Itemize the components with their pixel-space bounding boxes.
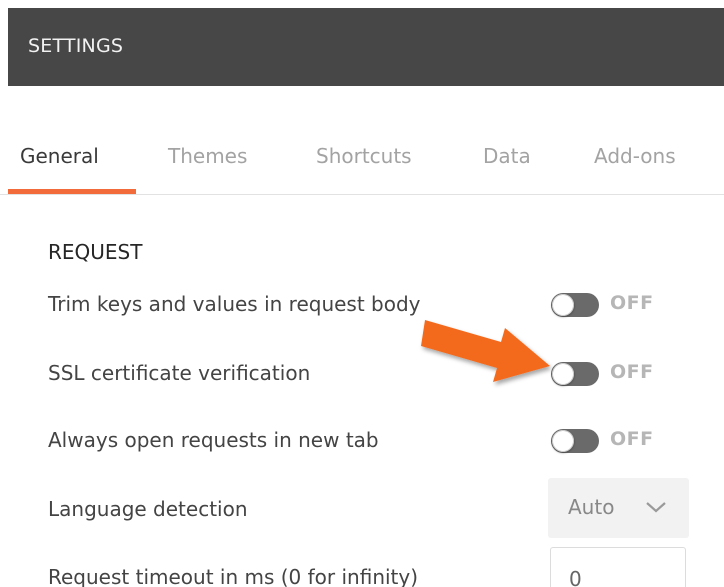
new-tab-setting-label: Always open requests in new tab — [48, 428, 379, 452]
timeout-input-value: 0 — [569, 567, 582, 587]
settings-header: SETTINGS — [8, 8, 724, 86]
active-tab-indicator — [8, 189, 136, 194]
toggle-knob — [552, 294, 574, 316]
tab-data[interactable]: Data — [483, 144, 531, 168]
toggle-knob — [552, 430, 574, 452]
tab-shortcuts[interactable]: Shortcuts — [316, 144, 412, 168]
new-tab-toggle[interactable] — [551, 429, 599, 453]
ssl-toggle[interactable] — [551, 362, 599, 386]
chevron-down-icon — [646, 502, 666, 513]
toggle-knob — [552, 363, 574, 385]
tab-themes[interactable]: Themes — [168, 144, 247, 168]
section-title: REQUEST — [48, 240, 143, 264]
ssl-toggle-state: OFF — [610, 361, 654, 383]
trim-toggle-state: OFF — [610, 292, 654, 314]
arrow-annotation-icon — [421, 320, 550, 382]
language-select-value: Auto — [568, 495, 615, 519]
ssl-setting-label: SSL certificate verification — [48, 361, 311, 385]
page-title: SETTINGS — [28, 35, 124, 57]
tab-general[interactable]: General — [20, 144, 99, 168]
timeout-setting-label: Request timeout in ms (0 for infinity) — [48, 565, 419, 587]
language-setting-label: Language detection — [48, 497, 248, 521]
timeout-input[interactable]: 0 — [550, 547, 686, 587]
settings-tabs: General Themes Shortcuts Data Add-ons — [0, 130, 724, 195]
new-tab-toggle-state: OFF — [610, 428, 654, 450]
settings-page: SETTINGS General Themes Shortcuts Data A… — [0, 0, 724, 587]
trim-toggle[interactable] — [551, 293, 599, 317]
tab-add-ons[interactable]: Add-ons — [594, 144, 676, 168]
language-select[interactable]: Auto — [548, 478, 689, 538]
trim-setting-label: Trim keys and values in request body — [48, 292, 421, 316]
